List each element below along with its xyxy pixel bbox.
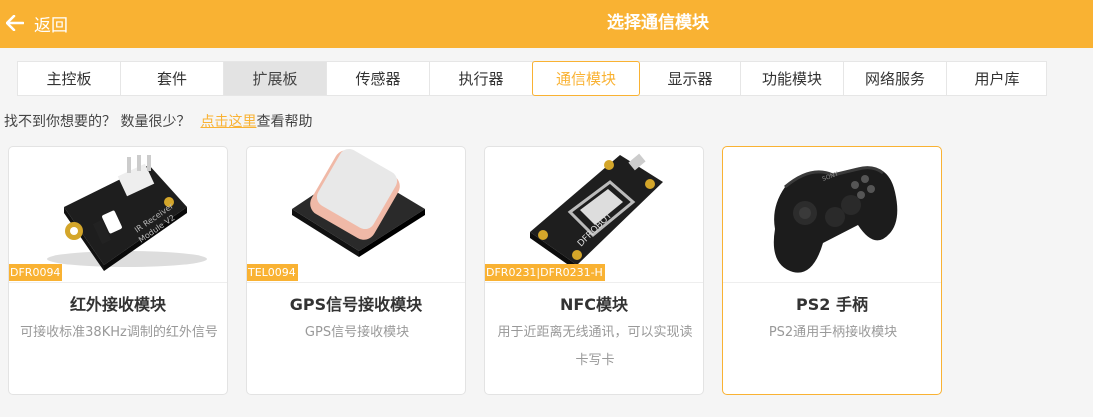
tab-mainboard[interactable]: 主控板 bbox=[18, 62, 121, 95]
back-button[interactable]: 返回 bbox=[6, 10, 68, 36]
sku-badge: DFR0231|DFR0231-H bbox=[485, 264, 605, 281]
divider bbox=[247, 282, 465, 283]
back-label: 返回 bbox=[34, 15, 68, 36]
card-description: GPS信号接收模块 bbox=[304, 325, 410, 340]
help-text: 找不到你想要的？ 数量很少？ 点击这里查看帮助 bbox=[4, 112, 312, 132]
tab-function[interactable]: 功能模块 bbox=[741, 62, 844, 95]
tab-kit[interactable]: 套件 bbox=[121, 62, 224, 95]
divider bbox=[723, 282, 941, 283]
nfc-board-image: DFROBOT bbox=[485, 147, 703, 282]
tab-communication[interactable]: 通信模块 bbox=[532, 61, 640, 96]
ir-receiver-image: IR Receiver Module V2 bbox=[9, 147, 227, 282]
tab-network[interactable]: 网络服务 bbox=[844, 62, 947, 95]
module-card-nfc[interactable]: DFROBOT DFR0231|DFR0231-H NFC模块 用于近距离无线通… bbox=[484, 146, 704, 395]
help-suffix: 查看帮助 bbox=[256, 114, 313, 130]
module-card-ps2[interactable]: SONY PS2 手柄 PS2通用手柄接收模块 bbox=[722, 146, 942, 395]
tab-user-library[interactable]: 用户库 bbox=[947, 62, 1047, 95]
card-description: PS2通用手柄接收模块 bbox=[768, 325, 898, 340]
sku-badge: DFR0094 bbox=[9, 264, 63, 281]
card-title: NFC模块 bbox=[559, 295, 629, 314]
divider bbox=[485, 282, 703, 283]
card-title: GPS信号接收模块 bbox=[289, 295, 423, 314]
tab-display[interactable]: 显示器 bbox=[640, 62, 741, 95]
divider bbox=[9, 282, 227, 283]
tab-actuator[interactable]: 执行器 bbox=[430, 62, 533, 95]
card-description: 用于近距离无线通讯，可以实现读卡写卡 bbox=[497, 325, 693, 368]
tab-sensor[interactable]: 传感器 bbox=[327, 62, 430, 95]
card-title: PS2 手柄 bbox=[796, 295, 868, 314]
help-link[interactable]: 点击这里 bbox=[200, 114, 256, 130]
category-tabs: 主控板 套件 扩展板 传感器 执行器 通信模块 显示器 功能模块 网络服务 用户… bbox=[17, 61, 1047, 96]
card-description: 可接收标准38KHz调制的红外信号 bbox=[20, 325, 218, 340]
module-card-ir[interactable]: IR Receiver Module V2 DFR0094 红外接收模块 可接收… bbox=[8, 146, 228, 395]
tab-shield[interactable]: 扩展板 bbox=[224, 62, 327, 95]
gamepad-image: SONY bbox=[723, 147, 941, 282]
top-bar: 返回 选择通信模块 bbox=[0, 0, 1093, 48]
page-title: 选择通信模块 bbox=[607, 13, 709, 33]
card-title: 红外接收模块 bbox=[69, 295, 166, 314]
arrow-left-icon bbox=[6, 15, 24, 31]
gps-antenna-image bbox=[247, 147, 465, 282]
sku-badge: TEL0094 bbox=[247, 264, 298, 281]
help-prefix: 找不到你想要的？ 数量很少？ bbox=[4, 114, 191, 130]
module-card-gps[interactable]: TEL0094 GPS信号接收模块 GPS信号接收模块 bbox=[246, 146, 466, 395]
